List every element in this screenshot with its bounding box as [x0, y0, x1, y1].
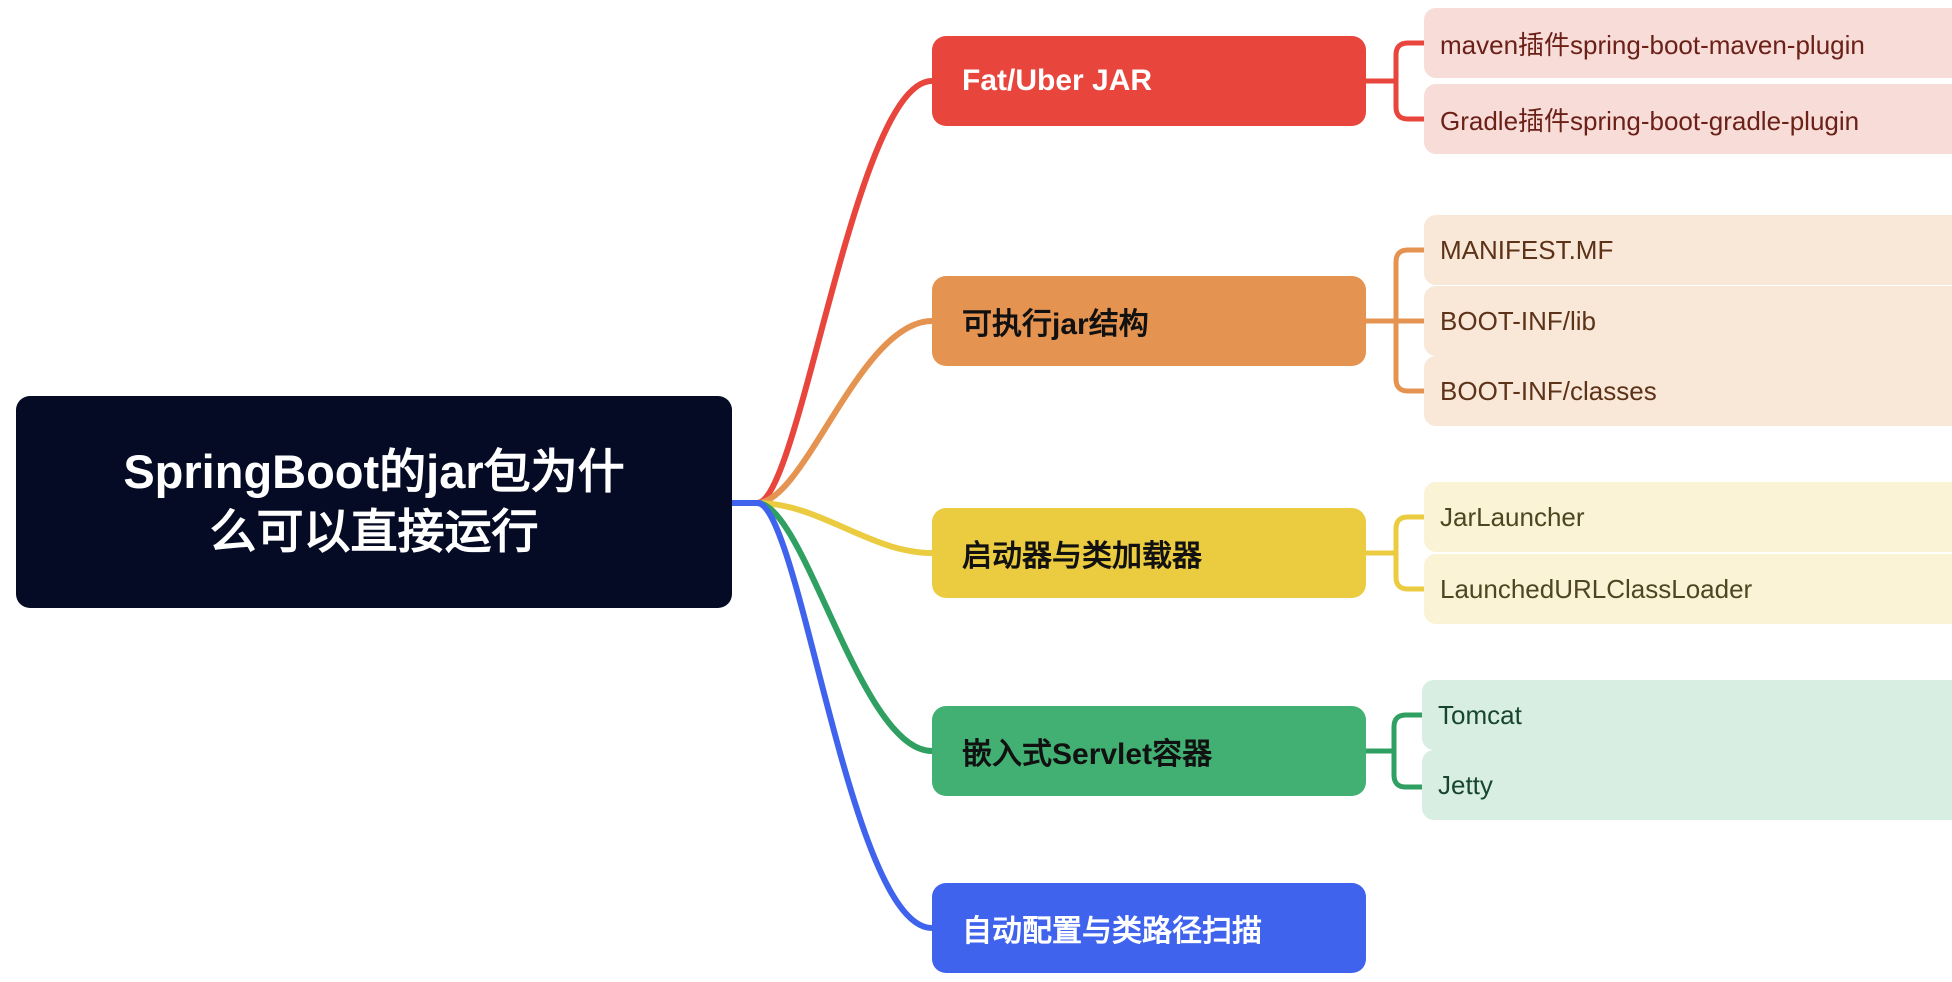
leaf-label: LaunchedURLClassLoader	[1440, 573, 1753, 604]
trunk-curve-4	[754, 500, 935, 931]
root-label-line1: SpringBoot的jar包为什	[123, 444, 625, 498]
branch-node-jar-structure[interactable]: 可执行jar结构	[932, 276, 1366, 366]
leaf-label: Gradle插件spring-boot-gradle-plugin	[1440, 105, 1860, 136]
bracket-3-spine	[1391, 712, 1409, 790]
leaf-label: BOOT-INF/lib	[1440, 305, 1597, 336]
trunk-curve-3	[754, 500, 935, 754]
bracket-2-spine	[1393, 514, 1411, 592]
root-node[interactable]: SpringBoot的jar包为什 么可以直接运行	[16, 396, 732, 608]
leaf-node-gradle-plugin[interactable]: Gradle插件spring-boot-gradle-plugin	[1424, 84, 1952, 154]
branch-node-fat-uber-jar[interactable]: Fat/Uber JAR	[932, 36, 1366, 126]
branch-node-launcher-classloader[interactable]: 启动器与类加载器	[932, 508, 1366, 598]
leaf-label: Tomcat	[1438, 699, 1522, 730]
root-label-line2: 么可以直接运行	[209, 505, 539, 558]
branch-label: 嵌入式Servlet容器	[962, 738, 1213, 771]
leaf-node-launchedurlclassloader[interactable]: LaunchedURLClassLoader	[1424, 554, 1952, 624]
mindmap-canvas: SpringBoot的jar包为什 么可以直接运行 Fat/Uber JAR m…	[0, 0, 1952, 982]
leaf-node-manifest-mf[interactable]: MANIFEST.MF	[1424, 215, 1952, 285]
trunk-curve-2	[754, 500, 935, 556]
leaf-node-jarlauncher[interactable]: JarLauncher	[1424, 482, 1952, 552]
branch-label: 启动器与类加载器	[962, 540, 1202, 573]
leaf-node-boot-inf-lib[interactable]: BOOT-INF/lib	[1424, 286, 1952, 356]
branch-label: Fat/Uber JAR	[962, 64, 1153, 97]
branch-label: 可执行jar结构	[962, 308, 1149, 341]
leaf-label: Jetty	[1438, 769, 1493, 800]
leaf-node-tomcat[interactable]: Tomcat	[1422, 680, 1952, 750]
branch-label: 自动配置与类路径扫描	[962, 915, 1262, 948]
trunk-curve-1	[754, 318, 935, 506]
leaf-label: MANIFEST.MF	[1440, 234, 1614, 265]
branch-node-autoconfig-classpath-scan[interactable]: 自动配置与类路径扫描	[932, 883, 1366, 973]
leaf-node-jetty[interactable]: Jetty	[1422, 750, 1952, 820]
leaf-label: JarLauncher	[1440, 501, 1585, 532]
bracket-0-spine	[1393, 40, 1411, 122]
leaf-label: maven插件spring-boot-maven-plugin	[1440, 29, 1865, 60]
bracket-1-spine	[1393, 247, 1411, 394]
trunk-curve-0	[754, 78, 935, 506]
leaf-node-boot-inf-classes[interactable]: BOOT-INF/classes	[1424, 356, 1952, 426]
leaf-label: BOOT-INF/classes	[1440, 375, 1657, 406]
branch-node-embedded-servlet-container[interactable]: 嵌入式Servlet容器	[932, 706, 1366, 796]
leaf-node-maven-plugin[interactable]: maven插件spring-boot-maven-plugin	[1424, 8, 1952, 78]
